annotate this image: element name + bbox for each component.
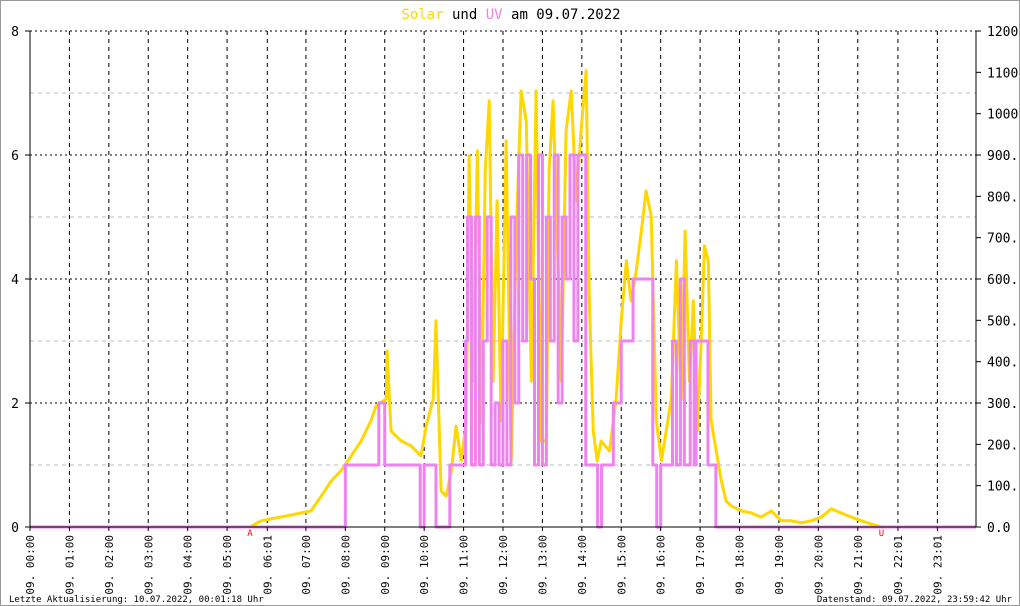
x-tick-label: 09. 14:00 <box>576 535 589 595</box>
right-tick-label: 800.0 <box>987 190 1020 205</box>
x-tick-label: 09. 21:00 <box>852 535 865 595</box>
right-tick-label: 700.0 <box>987 232 1020 247</box>
right-tick-label: 300.0 <box>987 397 1020 412</box>
x-tick-label: 09. 02:00 <box>103 535 116 595</box>
x-tick-label: 09. 08:00 <box>339 535 352 595</box>
x-tick-label: 09. 06:01 <box>261 535 274 595</box>
x-tick-label: 09. 12:00 <box>497 535 510 595</box>
x-tick-label: 09. 03:00 <box>142 535 155 595</box>
right-tick-label: 0.0 <box>987 521 1010 536</box>
x-tick-label: 09. 04:00 <box>182 535 195 595</box>
x-tick-label: 09. 16:00 <box>655 535 668 595</box>
marker-a: A <box>247 529 253 539</box>
x-tick-label: 09. 13:00 <box>536 535 549 595</box>
left-tick-label: 4 <box>11 273 19 288</box>
x-tick-label: 09. 18:00 <box>734 535 747 595</box>
left-tick-label: 0 <box>11 521 19 536</box>
x-tick-label: 09. 17:00 <box>694 535 707 595</box>
left-tick-label: 2 <box>11 397 19 412</box>
x-tick-label: 09. 15:00 <box>615 535 628 595</box>
data-timestamp-text: Datenstand: 09.07.2022, 23:59:42 Uhr <box>817 595 1013 605</box>
series-layer <box>30 69 976 529</box>
title-solar: Solar <box>401 7 443 23</box>
x-tick-label: 09. 01:00 <box>63 535 76 595</box>
right-tick-label: 1200 <box>987 25 1018 40</box>
left-tick-label: 6 <box>11 149 19 164</box>
x-tick-label: 09. 23:01 <box>931 535 944 595</box>
chart-image: Solar und UV am 09.07.2022 0 2 4 6 8 09. 00:0… <box>0 0 1020 606</box>
x-tick-label: 09. 22:01 <box>892 535 905 595</box>
right-tick-label: 900.0 <box>987 149 1020 164</box>
right-tick-label: 1000 <box>987 108 1018 123</box>
right-tick-label: 1100 <box>987 66 1018 81</box>
left-tick-label: 8 <box>11 25 19 40</box>
title-und: und <box>452 7 477 23</box>
right-tick-label: 600.0 <box>987 273 1020 288</box>
right-tick-label: 100.0 <box>987 480 1020 495</box>
right-tick-label: 500.0 <box>987 314 1020 329</box>
title-date: am 09.07.2022 <box>511 7 621 23</box>
x-tick-label: 09. 09:00 <box>379 535 392 595</box>
chart-title: Solar und UV am 09.07.2022 <box>401 7 620 23</box>
x-tick-label: 09. 05:00 <box>221 535 234 595</box>
x-tick-label: 09. 00:00 <box>24 535 37 595</box>
last-update-text: Letzte Aktualisierung: 10.07.2022, 00:01… <box>9 595 264 605</box>
marker-u: U <box>879 529 884 539</box>
right-tick-label: 400.0 <box>987 356 1020 371</box>
right-tick-label: 200.0 <box>987 438 1020 453</box>
solar-uv-chart: Solar und UV am 09.07.2022 0 2 4 6 8 09. 00:0… <box>9 7 1020 605</box>
title-uv: UV <box>486 7 503 23</box>
x-tick-label: 09. 20:00 <box>812 535 825 595</box>
x-tick-label: 09. 11:00 <box>458 535 471 595</box>
x-tick-label: 09. 10:00 <box>418 535 431 595</box>
x-tick-label: 09. 19:00 <box>773 535 786 595</box>
x-tick-label: 09. 07:00 <box>300 535 313 595</box>
